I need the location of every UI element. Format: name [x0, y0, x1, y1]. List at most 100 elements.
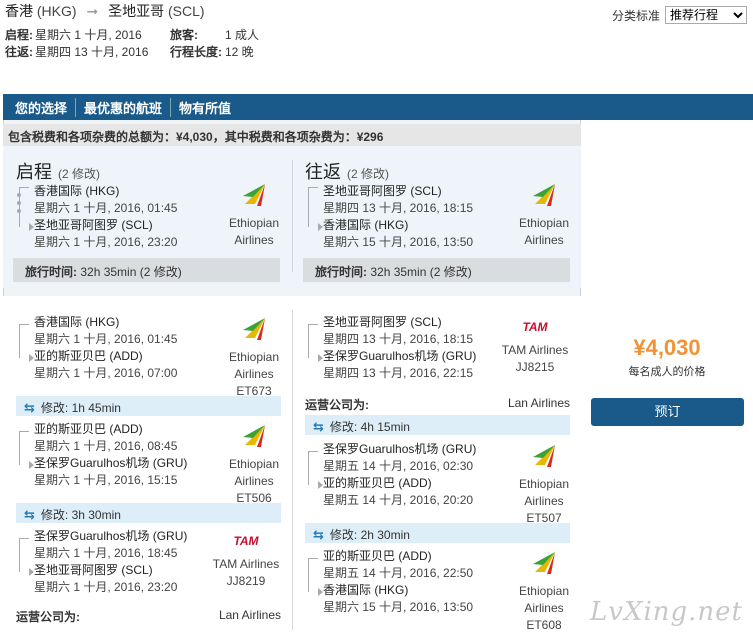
sort-select[interactable]: 推荐行程	[665, 6, 747, 24]
duration-label: 旅行时间:	[315, 265, 367, 279]
segment-from-time: 星期六 1 十月, 2016, 18:45	[34, 546, 178, 560]
route-connector	[19, 431, 34, 469]
segment-from: 香港国际 (HKG)	[34, 315, 120, 329]
inbound-duration: 旅行时间: 32h 35min (2 修改)	[303, 258, 570, 282]
segment-from-time: 星期六 1 十月, 2016, 08:45	[34, 439, 178, 453]
divider	[292, 160, 293, 272]
origin-code: (HKG)	[36, 3, 77, 19]
tam-logo-icon: TAM	[522, 320, 548, 334]
right-arrow-icon: ➞	[86, 3, 99, 19]
ethiopian-logo-icon	[243, 318, 265, 340]
dest-code: (SCL)	[167, 3, 205, 19]
segment-to-time: 星期六 15 十月, 2016, 13:50	[323, 600, 474, 614]
segment-airline: Ethiopian Airlines ET608	[514, 550, 574, 634]
tam-logo-icon: TAM	[233, 534, 259, 548]
segment-from: 圣保罗Guarulhos机场 (GRU)	[323, 442, 477, 456]
segment-airline: Ethiopian Airlines ET507	[514, 443, 574, 527]
ethiopian-logo-icon	[533, 445, 555, 467]
segment-to-time: 星期五 14 十月, 2016, 20:20	[323, 493, 474, 507]
segment-from: 亚的斯亚贝巴 (ADD)	[323, 549, 432, 563]
airline-name-2: Airlines	[524, 494, 564, 508]
airline-name-1: TAM Airlines	[212, 557, 280, 571]
divider	[292, 310, 293, 630]
layover-text: 修改: 3h 30min	[40, 508, 121, 522]
outbound-summary: 香港国际 (HKG) 星期六 1 十月, 2016, 01:45 圣地亚哥阿图罗…	[34, 183, 177, 251]
segment-from: 圣保罗Guarulhos机场 (GRU)	[34, 529, 188, 543]
in-segment-3: 亚的斯亚贝巴 (ADD) 星期五 14 十月, 2016, 22:50 香港国际…	[323, 548, 473, 616]
duration-value: 32h 35min (2 修改)	[370, 265, 472, 279]
layover-text: 修改: 4h 15min	[329, 420, 410, 434]
outbound-from-time: 星期六 1 十月, 2016, 01:45	[34, 201, 178, 215]
route-connector	[308, 187, 323, 231]
airline-name-1: TAM Airlines	[501, 343, 569, 357]
route-connector	[308, 324, 323, 362]
itinerary-details: 香港国际 (HKG) 星期六 1 十月, 2016, 01:45 亚的斯亚贝巴 …	[3, 296, 581, 641]
tab-cheapest[interactable]: 最优惠的航班	[75, 97, 170, 117]
ethiopian-logo-icon	[243, 184, 265, 206]
segment-from: 圣地亚哥阿图罗 (SCL)	[323, 315, 442, 329]
airline-name-2: Airlines	[234, 233, 274, 247]
airline-name-2: Airlines	[524, 233, 564, 247]
in-segment-2: 圣保罗Guarulhos机场 (GRU) 星期五 14 十月, 2016, 02…	[323, 441, 476, 509]
inbound-label: 往返	[305, 162, 341, 182]
airline-name-1: Ethiopian	[228, 350, 280, 364]
segment-from-time: 星期六 1 十月, 2016, 01:45	[34, 332, 178, 346]
segment-to: 亚的斯亚贝巴 (ADD)	[323, 476, 432, 490]
segment-airline: Ethiopian Airlines ET506	[224, 423, 284, 507]
flight-number: JJ8219	[226, 574, 266, 588]
segment-from-time: 星期五 14 十月, 2016, 02:30	[323, 459, 474, 473]
price-panel: ¥4,030 每名成人的价格	[582, 335, 752, 379]
airline-name-1: Ethiopian	[228, 457, 280, 471]
segment-to: 圣保罗Guarulhos机场 (GRU)	[323, 349, 477, 363]
svg-text:TAM: TAM	[233, 534, 259, 548]
route-connector	[19, 187, 34, 231]
segment-airline: TAM TAM Airlines JJ8215	[495, 320, 575, 376]
tab-best-value[interactable]: 物有所值	[170, 97, 239, 117]
route-title: 香港 (HKG) ➞ 圣地亚哥 (SCL)	[5, 1, 205, 21]
depart-label: 启程:	[5, 28, 33, 42]
length-value: 12 晚	[225, 45, 254, 59]
passengers-value: 1 成人	[225, 28, 260, 42]
outbound-changes: (2 修改)	[58, 167, 101, 181]
outbound-title: 启程 (2 修改)	[16, 158, 100, 184]
inbound-from: 圣地亚哥阿图罗 (SCL)	[323, 184, 442, 198]
dest-city: 圣地亚哥	[108, 3, 165, 19]
out-segment-3: 圣保罗Guarulhos机场 (GRU) 星期六 1 十月, 2016, 18:…	[34, 528, 187, 596]
flight-number: ET608	[526, 618, 562, 632]
duration-value: 32h 35min (2 修改)	[80, 265, 182, 279]
origin-city: 香港	[5, 3, 33, 19]
operated-by: 运营公司为: Lan Airlines	[16, 608, 281, 625]
passengers-label: 旅客:	[170, 28, 198, 42]
operated-value: Lan Airlines	[218, 608, 281, 622]
swap-arrows-icon: ⇆	[24, 507, 35, 522]
sort-label: 分类标准	[611, 8, 660, 23]
length-label: 行程长度:	[170, 45, 222, 59]
layover: ⇆ 修改: 3h 30min	[16, 503, 281, 523]
swap-arrows-icon: ⇆	[313, 527, 324, 542]
operated-by: 运营公司为: Lan Airlines	[305, 396, 570, 413]
segment-airline: Ethiopian Airlines ET673	[224, 316, 284, 400]
segment-airline: TAM TAM Airlines JJ8219	[206, 534, 286, 590]
segment-to: 圣地亚哥阿图罗 (SCL)	[34, 563, 153, 577]
inbound-to-time: 星期六 15 十月, 2016, 13:50	[323, 235, 474, 249]
depart-value: 星期六 1 十月, 2016	[35, 28, 142, 42]
segment-to: 香港国际 (HKG)	[323, 583, 409, 597]
segment-to-time: 星期六 1 十月, 2016, 07:00	[34, 366, 178, 380]
tab-your-choice[interactable]: 您的选择	[7, 98, 75, 117]
flight-number: JJ8215	[515, 360, 555, 374]
segment-from-time: 星期四 13 十月, 2016, 18:15	[323, 332, 474, 346]
inbound-changes: (2 修改)	[347, 167, 390, 181]
swap-arrows-icon: ⇆	[24, 400, 35, 415]
ethiopian-logo-icon	[243, 425, 265, 447]
ethiopian-logo-icon	[533, 184, 555, 206]
out-segment-2: 亚的斯亚贝巴 (ADD) 星期六 1 十月, 2016, 08:45 圣保罗Gu…	[34, 421, 187, 489]
inbound-title: 往返 (2 修改)	[305, 158, 389, 184]
outbound-to-time: 星期六 1 十月, 2016, 23:20	[34, 235, 178, 249]
itinerary-summary: 启程 (2 修改) 香港国际 (HKG) 星期六 1 十月, 2016, 01:4…	[3, 146, 581, 288]
duration-label: 旅行时间:	[25, 265, 77, 279]
swap-arrows-icon: ⇆	[313, 419, 324, 434]
watermark: LvXing.net	[589, 597, 743, 627]
book-button[interactable]: 预订	[591, 398, 744, 426]
sort-control: 分类标准 推荐行程	[612, 6, 747, 24]
outbound-airline: Ethiopian Airlines	[224, 182, 284, 249]
